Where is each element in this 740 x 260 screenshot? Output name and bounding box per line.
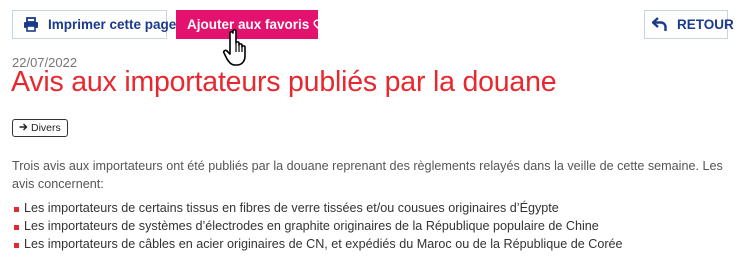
back-arrow-icon [652,17,668,32]
arrow-right-icon [19,122,28,134]
bullet-icon [14,206,19,212]
list-item: Les importateurs de certains tissus en f… [14,199,623,217]
category-tag-label: Divers [31,122,61,134]
heart-icon [313,19,326,31]
list-item: Les importateurs de câbles en acier orig… [14,235,623,253]
page-title: Avis aux importateurs publiés par la dou… [11,66,557,98]
bullet-icon [14,224,19,230]
hand-pointer-icon [222,28,256,68]
print-button-label: Imprimer cette page [48,17,177,32]
print-button[interactable]: Imprimer cette page [12,10,176,39]
printer-icon [23,17,39,32]
back-button[interactable]: RETOUR [644,10,734,39]
category-tag[interactable]: Divers [12,119,68,137]
list-item: Les importateurs de systèmes d’électrode… [14,217,623,235]
back-button-label: RETOUR [677,17,734,32]
bullet-icon [14,242,19,248]
list-item-text: Les importateurs de systèmes d’électrode… [24,219,599,233]
notice-list: Les importateurs de certains tissus en f… [14,199,623,253]
toolbar: Imprimer cette page Ajouter aux favoris … [12,10,734,40]
list-item-text: Les importateurs de câbles en acier orig… [24,237,623,251]
intro-paragraph: Trois avis aux importateurs ont été publ… [12,159,723,191]
list-item-text: Les importateurs de certains tissus en f… [24,201,559,215]
